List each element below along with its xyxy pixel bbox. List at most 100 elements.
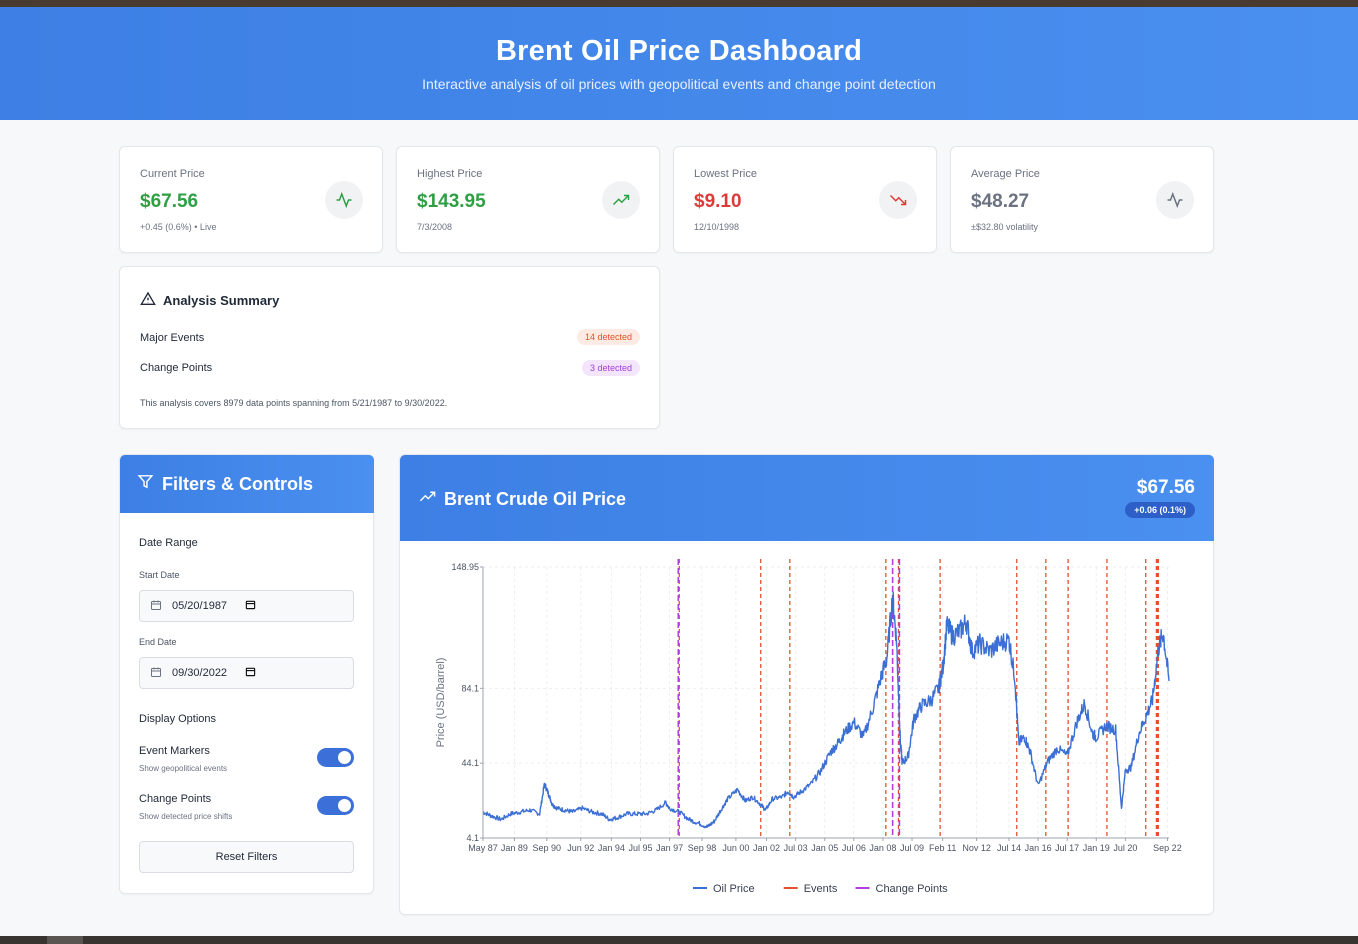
x-tick-label: May 87 [468,843,498,853]
date-picker-icon[interactable] [245,666,256,680]
window-top-strip [0,0,1358,7]
reset-filters-button[interactable]: Reset Filters [139,841,354,873]
filters-panel-header: Filters & Controls [120,455,374,513]
stat-value: $67.56 [140,191,199,212]
x-tick-label: Sep 90 [533,843,562,853]
price-chart[interactable]: 148.95 84.1 44.1 4.1May 87 Jan 89 Sep 90 Jun 9… [400,541,1213,915]
chart-grid [482,566,1169,839]
x-tick-label: Jan 02 [753,843,780,853]
x-tick-label: Sep 22 [1153,843,1182,853]
analysis-summary-title: Analysis Summary [140,291,279,310]
stat-value: $9.10 [694,191,742,212]
x-tick-label: Jul 17 [1055,843,1079,853]
chart-series [482,591,1170,829]
y-tick-label: 84.1 [461,683,479,693]
chart-panel-header: Brent Crude Oil Price $67.56 +0.06 (0.1%… [400,455,1214,541]
trending-up-icon [419,488,436,510]
chart-title-text: Brent Crude Oil Price [444,488,627,509]
stat-label: Highest Price [417,168,483,180]
calendar-icon [150,666,162,681]
start-date-value: 05/20/1987 [172,600,228,612]
legend-label: Oil Price [713,883,755,895]
filters-title-text: Filters & Controls [162,473,314,494]
y-tick-label: 44.1 [461,758,479,768]
x-tick-label: Jan 19 [1083,843,1110,853]
calendar-icon [150,599,162,614]
activity-icon [1156,181,1194,219]
date-picker-icon[interactable] [245,599,256,613]
stat-card-lowest-price: Lowest Price $9.10 12/10/1998 [673,146,937,253]
x-tick-label: Jul 06 [842,843,866,853]
x-tick-label: Jan 94 [598,843,625,853]
stat-sub: ±$32.80 volatility [971,222,1038,232]
toggle-knob [338,751,351,764]
alert-triangle-icon [140,291,156,310]
activity-icon [325,181,363,219]
chart-legend[interactable]: Oil Price Events Change Points [693,883,948,895]
filter-icon [137,473,154,495]
x-tick-label: Sep 98 [688,843,717,853]
stat-card-current-price: Current Price $67.56 +0.45 (0.6%) • Live [119,146,383,253]
chart-markers [677,559,1159,838]
summary-row-label: Major Events [140,332,205,344]
stat-sub: 7/3/2008 [417,222,453,232]
summary-row-label: Change Points [140,362,213,374]
change-points-label: Change Points [139,793,212,805]
y-tick-label: 4.1 [466,833,479,843]
x-tick-label: Jul 09 [900,843,924,853]
chart-current-price: $67.56 [1136,477,1195,498]
end-date-value: 09/30/2022 [172,667,228,679]
filters-panel: Filters & Controls Date Range Start Date… [119,454,374,894]
event-markers-label: Event Markers [139,745,210,757]
end-date-label: End Date [139,637,177,647]
toggle-knob [338,799,351,812]
stat-value: $143.95 [417,191,486,212]
chart-title: Brent Crude Oil Price [419,488,626,510]
legend-label: Events [804,883,838,895]
legend-label: Change Points [876,883,949,895]
start-date-input[interactable]: 05/20/1987 [139,590,354,622]
summary-title-text: Analysis Summary [163,293,280,308]
y-axis-label: Price (USD/barrel) [435,658,447,748]
x-tick-label: Jul 03 [784,843,808,853]
dashboard-header: Brent Oil Price Dashboard Interactive an… [0,7,1358,120]
trending-down-icon [879,181,917,219]
y-tick-label: 148.95 [451,562,479,572]
window-bottom-strip [0,936,1358,944]
stat-card-average-price: Average Price $48.27 ±$32.80 volatility [950,146,1214,253]
chart-price-change-badge: +0.06 (0.1%) [1125,502,1195,518]
x-tick-label: Jun 00 [722,843,749,853]
display-options-label: Display Options [139,713,217,725]
page-subtitle: Interactive analysis of oil prices with … [422,76,936,92]
stat-label: Average Price [971,168,1040,180]
start-date-label: Start Date [139,570,180,580]
trending-up-icon [602,181,640,219]
x-tick-label: Jan 08 [869,843,896,853]
x-tick-label: Nov 12 [962,843,991,853]
end-date-input[interactable]: 09/30/2022 [139,657,354,689]
page-title: Brent Oil Price Dashboard [496,35,862,67]
x-tick-label: Jun 92 [567,843,594,853]
change-points-count-badge: 3 detected [581,360,640,376]
stat-label: Current Price [140,168,205,180]
x-tick-label: Jul 14 [997,843,1021,853]
events-count-badge: 14 detected [576,329,640,345]
summary-note: This analysis covers 8979 data points sp… [140,398,448,408]
stat-sub: +0.45 (0.6%) • Live [140,222,217,232]
date-range-label: Date Range [139,537,198,549]
stat-value: $48.27 [971,191,1030,212]
change-points-toggle[interactable] [317,796,354,815]
x-tick-label: Jan 16 [1025,843,1052,853]
event-markers-desc: Show geopolitical events [139,764,228,773]
stat-label: Lowest Price [694,168,757,180]
x-tick-label: Jul 20 [1113,843,1137,853]
event-markers-toggle[interactable] [317,748,354,767]
x-tick-label: Jan 89 [501,843,528,853]
stat-card-highest-price: Highest Price $143.95 7/3/2008 [396,146,660,253]
stat-sub: 12/10/1998 [694,222,740,232]
oil-price-line [482,591,1170,829]
x-tick-label: Jul 95 [628,843,652,853]
change-points-desc: Show detected price shifts [139,812,233,821]
x-tick-label: Jan 97 [656,843,683,853]
chart-panel: Brent Crude Oil Price $67.56 +0.06 (0.1%… [399,454,1214,915]
